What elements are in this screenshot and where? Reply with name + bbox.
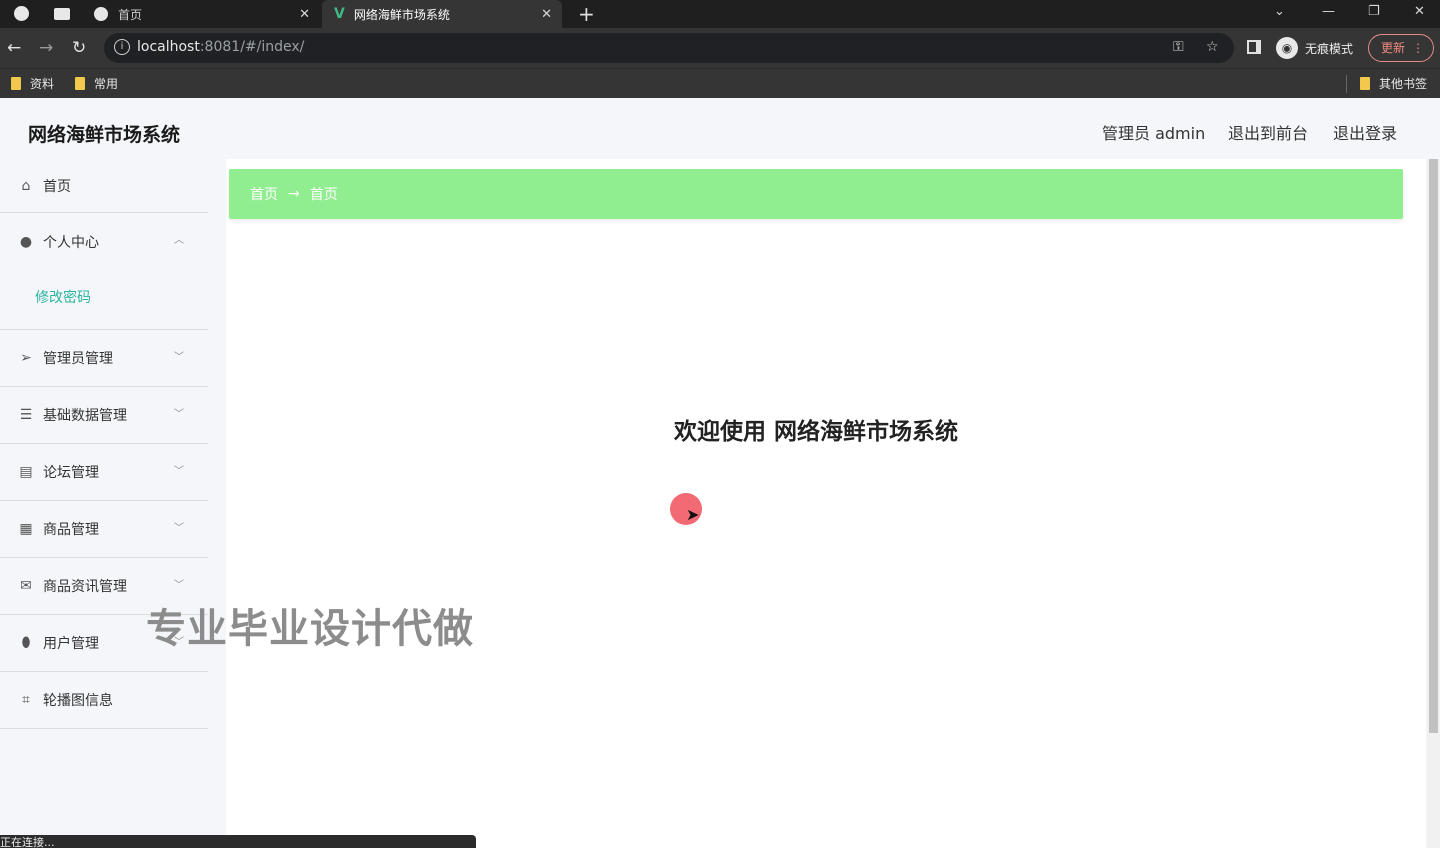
app-title: 网络海鲜市场系统	[28, 124, 181, 146]
globe-icon	[94, 7, 108, 21]
back-arrow-icon[interactable]: ←	[7, 38, 21, 58]
incognito-icon: ◉	[1276, 37, 1298, 59]
sidebar-item-label: 论坛管理	[43, 465, 99, 481]
breadcrumb: 首页 → 首页	[229, 169, 1403, 219]
sidebar-item-label: 基础数据管理	[43, 408, 127, 424]
mail-icon: ✉	[20, 578, 32, 594]
main-content: 首页 → 首页 欢迎使用 网络海鲜市场系统	[226, 159, 1426, 848]
incognito-label: 无痕模式	[1305, 41, 1354, 56]
tab-search-icon[interactable]	[54, 8, 70, 20]
bookmark-label: 资料	[30, 77, 55, 91]
restore-icon[interactable]: ❐	[1368, 4, 1380, 19]
breadcrumb-arrow-icon: →	[288, 186, 300, 202]
info-icon[interactable]: i	[114, 39, 130, 55]
logout-link[interactable]: 退出登录	[1333, 120, 1397, 144]
chevron-down-icon: ﹀	[174, 409, 184, 420]
new-tab-button[interactable]: +	[578, 2, 595, 26]
incognito-indicator[interactable]: ◉ 无痕模式	[1276, 37, 1353, 59]
more-vert-icon[interactable]: ⋮	[1412, 35, 1424, 61]
forward-arrow-icon[interactable]: →	[39, 38, 53, 58]
tab-label: 网络海鲜市场系统	[353, 7, 450, 22]
send-icon: ➢	[20, 350, 32, 366]
tab-label: 首页	[118, 7, 143, 22]
grid-icon: ▦	[19, 521, 33, 537]
home-icon: ⌂	[21, 177, 31, 194]
tab-home[interactable]: 首页 ✕	[82, 0, 320, 28]
side-panel-icon[interactable]	[1247, 40, 1261, 54]
sidebar-item-goods[interactable]: ▦ 商品管理 ﹀	[0, 501, 208, 558]
chevron-up-icon: ︿	[174, 235, 184, 246]
sidebar-item-carousel[interactable]: ⌗ 轮播图信息	[0, 672, 208, 729]
sliders-icon: ☰	[19, 407, 33, 423]
submenu-personal-center: 修改密码	[0, 270, 208, 330]
address-bar[interactable]: i localhost:8081/#/index/ ⚿ ☆	[104, 33, 1234, 63]
chevron-down-icon: ﹀	[174, 523, 184, 534]
clipboard-icon: ▤	[19, 464, 33, 480]
bookmark-folder[interactable]: 资料	[11, 75, 54, 92]
mouse-pointer-icon: ➤	[686, 505, 700, 524]
sidebar-item-label: 商品资讯管理	[43, 579, 127, 595]
sidebar-item-base-data[interactable]: ☰ 基础数据管理 ﹀	[0, 387, 208, 444]
bookmarks-bar: 资料 常用 其他书签	[0, 68, 1440, 98]
chevron-down-icon: ﹀	[174, 466, 184, 477]
chevron-down-icon: ﹀	[174, 352, 184, 363]
browser-menu-icon[interactable]	[14, 6, 29, 21]
sidebar-item-admin-management[interactable]: ➢ 管理员管理 ﹀	[0, 330, 208, 387]
sidebar-item-label: 个人中心	[43, 234, 99, 251]
shield-icon: ⬮	[21, 635, 31, 651]
update-button[interactable]: 更新 ⋮	[1368, 34, 1434, 62]
sidebar-item-label: 用户管理	[43, 636, 99, 652]
window-close-icon[interactable]: ✕	[1414, 4, 1425, 19]
sidebar-item-label: 管理员管理	[43, 351, 113, 367]
reload-icon[interactable]: ↻	[72, 38, 86, 58]
tab-list-chevron-icon[interactable]: ⌄	[1274, 4, 1285, 19]
to-front-link[interactable]: 退出到前台	[1228, 120, 1308, 144]
user-icon: ●	[19, 233, 33, 250]
close-icon[interactable]: ✕	[299, 7, 310, 22]
sidebar-item-label: 轮播图信息	[43, 693, 113, 709]
sidebar-item-personal-center[interactable]: ● 个人中心 ︿	[0, 213, 208, 270]
chevron-down-icon: ﹀	[174, 580, 184, 591]
tab-seafood-system[interactable]: V 网络海鲜市场系统 ✕	[322, 0, 562, 28]
scrollbar-thumb[interactable]	[1429, 159, 1438, 733]
breadcrumb-item[interactable]: 首页	[250, 184, 278, 204]
welcome-heading: 欢迎使用 网络海鲜市场系统	[673, 419, 958, 445]
close-icon[interactable]: ✕	[541, 7, 552, 22]
admin-user-link[interactable]: 管理员 admin	[1102, 120, 1205, 144]
sidebar-item-home[interactable]: ⌂ 首页	[0, 159, 208, 213]
browser-tab-bar: 首页 ✕ V 网络海鲜市场系统 ✕ + ⌄ — ❐ ✕	[0, 0, 1440, 28]
crop-icon: ⌗	[22, 692, 30, 708]
minimize-icon[interactable]: —	[1322, 4, 1335, 19]
bookmark-folder[interactable]: 常用	[75, 75, 118, 92]
status-bar: 正在连接...	[0, 835, 476, 848]
breadcrumb-item: 首页	[309, 187, 338, 203]
update-label: 更新	[1381, 41, 1406, 55]
sidebar-subitem-change-password[interactable]: 修改密码	[0, 270, 208, 307]
bookmark-divider	[1346, 75, 1347, 93]
bookmark-label: 其他书签	[1379, 77, 1428, 91]
bookmark-label: 常用	[94, 77, 119, 91]
url-text: localhost:8081/#/index/	[137, 39, 305, 55]
folder-icon	[11, 77, 21, 90]
watermark-text: 专业毕业设计代做	[146, 606, 474, 652]
page-scrollbar[interactable]	[1427, 159, 1440, 848]
folder-icon	[75, 77, 85, 90]
key-icon[interactable]: ⚿	[1173, 39, 1184, 55]
other-bookmarks[interactable]: 其他书签	[1360, 75, 1427, 92]
app-root: 网络海鲜市场系统 管理员 admin 退出到前台 退出登录 ⌂ 首页 ● 个人中…	[0, 98, 1440, 848]
star-icon[interactable]: ☆	[1206, 39, 1219, 55]
browser-toolbar: ← → ↻ i localhost:8081/#/index/ ⚿ ☆ ◉ 无痕…	[0, 28, 1440, 68]
vue-logo-icon: V	[334, 6, 345, 22]
folder-icon	[1360, 77, 1370, 90]
sidebar-item-forum[interactable]: ▤ 论坛管理 ﹀	[0, 444, 208, 501]
sidebar-item-label: 商品管理	[43, 522, 99, 538]
sidebar-item-label: 首页	[43, 178, 71, 195]
